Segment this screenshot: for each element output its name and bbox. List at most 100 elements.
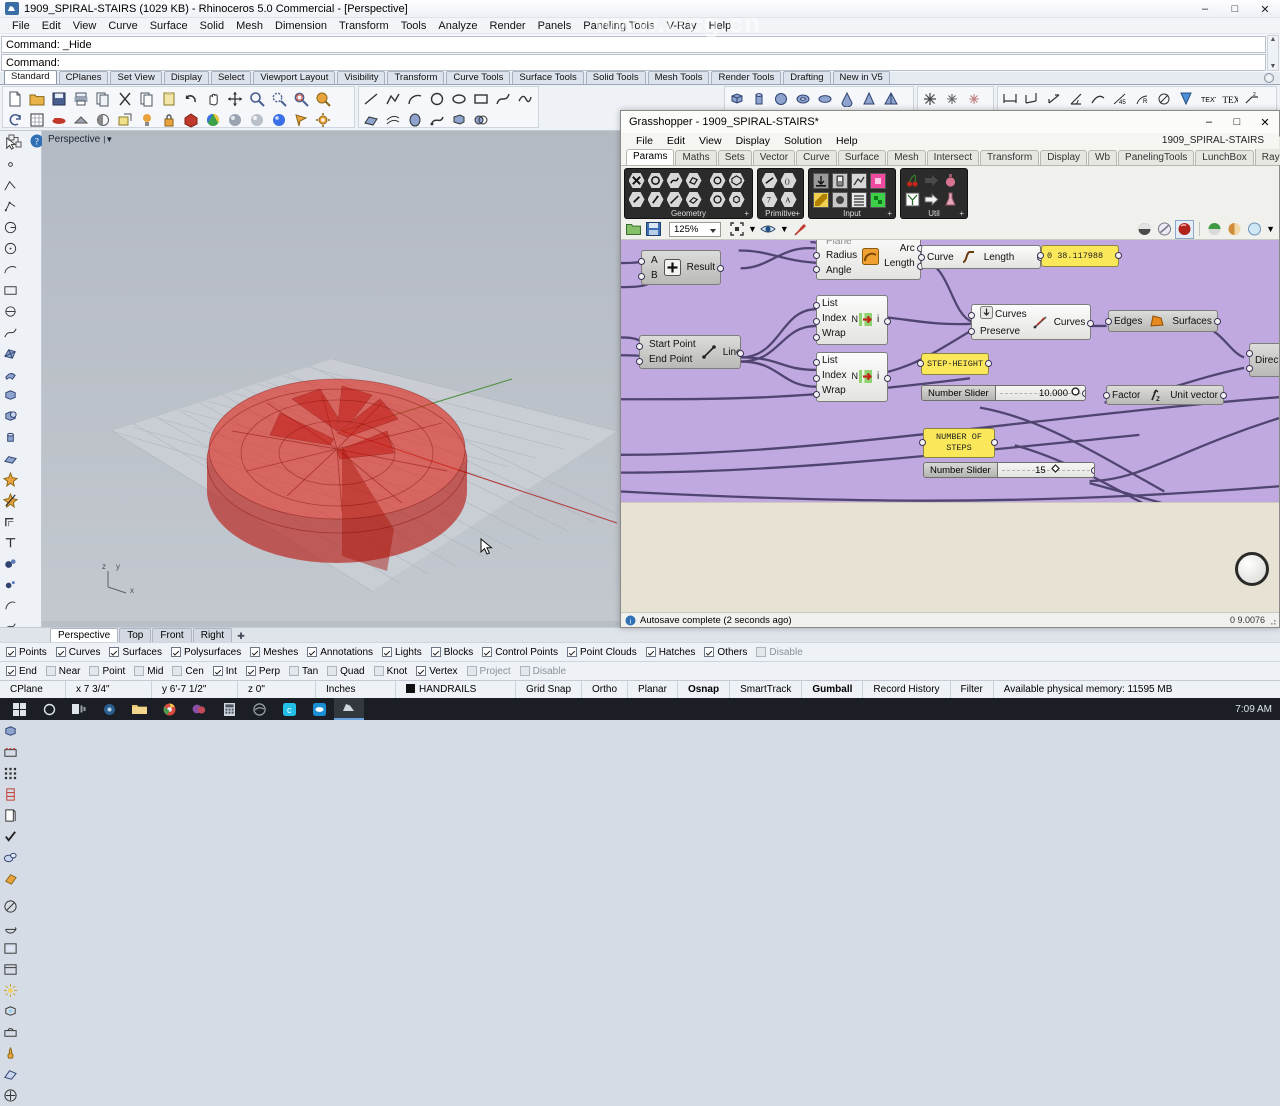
list2-output-i[interactable]: i xyxy=(874,369,882,384)
checkbox[interactable] xyxy=(645,647,656,657)
colour-swatch-icon[interactable] xyxy=(868,171,887,190)
list-item-component-2[interactable]: List Index N i Wrap xyxy=(813,352,891,402)
surface-patch-icon[interactable] xyxy=(0,364,21,385)
boundary-input-edges[interactable]: Edges xyxy=(1109,314,1147,329)
step-height-slider[interactable]: Number Slider 10.000 xyxy=(921,385,1086,401)
gh-tab-mesh[interactable]: Mesh xyxy=(887,150,926,165)
camera-icon[interactable] xyxy=(0,1022,21,1043)
curve-length-input[interactable]: Curve xyxy=(922,250,959,265)
leader-icon[interactable]: 2 xyxy=(1241,88,1263,109)
boolean-icon[interactable] xyxy=(470,109,492,130)
number-of-steps-slider[interactable]: Number Slider 15 xyxy=(923,462,1095,478)
line-tool-icon[interactable] xyxy=(360,88,382,109)
chrome-icon[interactable] xyxy=(154,698,184,720)
toolbar-tab-new-in-v5[interactable]: New in V5 xyxy=(832,71,890,84)
osnap-project[interactable]: Project xyxy=(466,666,511,677)
port-stepheight-slider-out[interactable] xyxy=(1082,390,1085,397)
param-number-icon[interactable]: () xyxy=(779,171,798,190)
cylinder-icon[interactable] xyxy=(748,88,770,109)
checkbox[interactable] xyxy=(109,647,120,657)
revolve-icon[interactable] xyxy=(404,109,426,130)
viewport-tab-front[interactable]: Front xyxy=(152,628,192,642)
checkbox[interactable] xyxy=(170,647,181,657)
join-input-preserve[interactable]: Preserve xyxy=(975,324,1032,339)
surface-icon[interactable] xyxy=(360,109,382,130)
status-smarttrack[interactable]: SmartTrack xyxy=(730,680,803,699)
param-point-icon[interactable] xyxy=(627,190,646,209)
rectangle-icon[interactable] xyxy=(470,88,492,109)
line-input-start[interactable]: Start Point xyxy=(644,337,701,352)
explode-icon[interactable] xyxy=(0,469,21,490)
data-input-arrow-icon[interactable] xyxy=(922,190,941,209)
options-gear-icon[interactable] xyxy=(312,109,334,130)
messenger-icon[interactable]: c xyxy=(274,698,304,720)
param-box-icon[interactable] xyxy=(727,190,746,209)
display-shaded-icon[interactable] xyxy=(1136,221,1153,238)
pyramid-icon[interactable] xyxy=(880,88,902,109)
media-player-icon[interactable] xyxy=(184,698,214,720)
port-list2-list[interactable] xyxy=(813,359,820,366)
calculator-icon[interactable] xyxy=(214,698,244,720)
data-output-arrow-icon[interactable] xyxy=(922,171,941,190)
number-of-steps-label-panel[interactable]: NUMBER OF STEPS xyxy=(923,428,995,458)
filter-point-clouds[interactable]: Point Clouds xyxy=(567,647,637,658)
viewport-tab-right[interactable]: Right xyxy=(192,628,233,642)
circle-center-icon[interactable] xyxy=(0,238,21,259)
checkbox[interactable] xyxy=(756,647,767,657)
list2-input-index[interactable]: Index xyxy=(817,369,851,383)
checkbox[interactable] xyxy=(373,666,384,676)
rhino-menu-render[interactable]: Render xyxy=(484,18,532,34)
gh-tab-transform[interactable]: Transform xyxy=(980,150,1040,165)
text-icon[interactable]: TEXT xyxy=(1197,88,1219,109)
shade-icon[interactable] xyxy=(70,109,92,130)
port-arc-angle[interactable] xyxy=(813,266,820,273)
toolbar-tab-cplanes[interactable]: CPlanes xyxy=(58,71,109,84)
canvas-navigation-widget[interactable] xyxy=(1235,552,1269,586)
osnap-quad[interactable]: Quad xyxy=(327,666,365,677)
freeform-icon[interactable] xyxy=(514,88,536,109)
circle-icon[interactable] xyxy=(426,88,448,109)
cherry-cluster-icon[interactable] xyxy=(903,171,922,190)
port-stepheight-label-in[interactable] xyxy=(917,360,924,367)
unitz-output[interactable]: Unit vector xyxy=(1165,388,1223,403)
rhino-maximize-button[interactable]: □ xyxy=(1220,0,1250,18)
boolean-union-icon[interactable] xyxy=(0,406,21,427)
osnap-disable[interactable]: Disable xyxy=(519,666,566,677)
status-osnap[interactable]: Osnap xyxy=(678,680,731,699)
checkbox[interactable] xyxy=(89,666,100,676)
task-view-icon[interactable] xyxy=(64,698,94,720)
checkbox[interactable] xyxy=(134,666,145,676)
filter-polysurfaces[interactable]: Polysurfaces xyxy=(170,647,241,658)
solid-edit-icon[interactable] xyxy=(0,721,21,742)
port-list2-out[interactable] xyxy=(884,375,891,382)
filter-disable[interactable]: Disable xyxy=(756,647,803,658)
port-addition-a[interactable] xyxy=(638,258,645,265)
print-icon[interactable] xyxy=(70,88,92,109)
viewport-menu-chevron-icon[interactable]: |▼ xyxy=(103,135,113,144)
status-record-history[interactable]: Record History xyxy=(863,680,951,699)
circle-diameter-icon[interactable] xyxy=(0,301,21,322)
analyze-icon[interactable] xyxy=(0,896,21,917)
blend-icon[interactable] xyxy=(0,574,21,595)
gh-close-button[interactable]: ✕ xyxy=(1251,111,1279,133)
checkbox[interactable] xyxy=(482,647,493,657)
loft-icon[interactable] xyxy=(382,109,404,130)
sweep-icon[interactable] xyxy=(426,109,448,130)
list1-input-list[interactable]: List xyxy=(817,297,843,311)
port-unitz-out[interactable] xyxy=(1220,392,1227,399)
direction-label[interactable]: Direc xyxy=(1250,353,1279,368)
toolbar-tab-display[interactable]: Display xyxy=(163,71,209,84)
lock-icon[interactable] xyxy=(158,109,180,130)
grasshopper-canvas[interactable]: A B Result Plane Radius Angle Arc Length… xyxy=(621,240,1279,612)
addition-input-a[interactable]: A xyxy=(646,253,663,268)
port-boundary-out[interactable] xyxy=(1214,318,1221,325)
sphere-shade2-icon[interactable] xyxy=(246,109,268,130)
param-plane-icon[interactable] xyxy=(684,190,703,209)
gh-menu-edit[interactable]: Edit xyxy=(660,133,692,149)
rhino-menu-vray[interactable]: V-Ray xyxy=(661,18,703,34)
status-layer[interactable]: HANDRAILS xyxy=(396,680,516,699)
toolbar-tab-drafting[interactable]: Drafting xyxy=(783,71,831,84)
ribbon-expand-util-icon[interactable]: + xyxy=(959,209,964,219)
paste-icon[interactable] xyxy=(158,88,180,109)
gh-tab-lunchbox[interactable]: LunchBox xyxy=(1195,150,1254,165)
